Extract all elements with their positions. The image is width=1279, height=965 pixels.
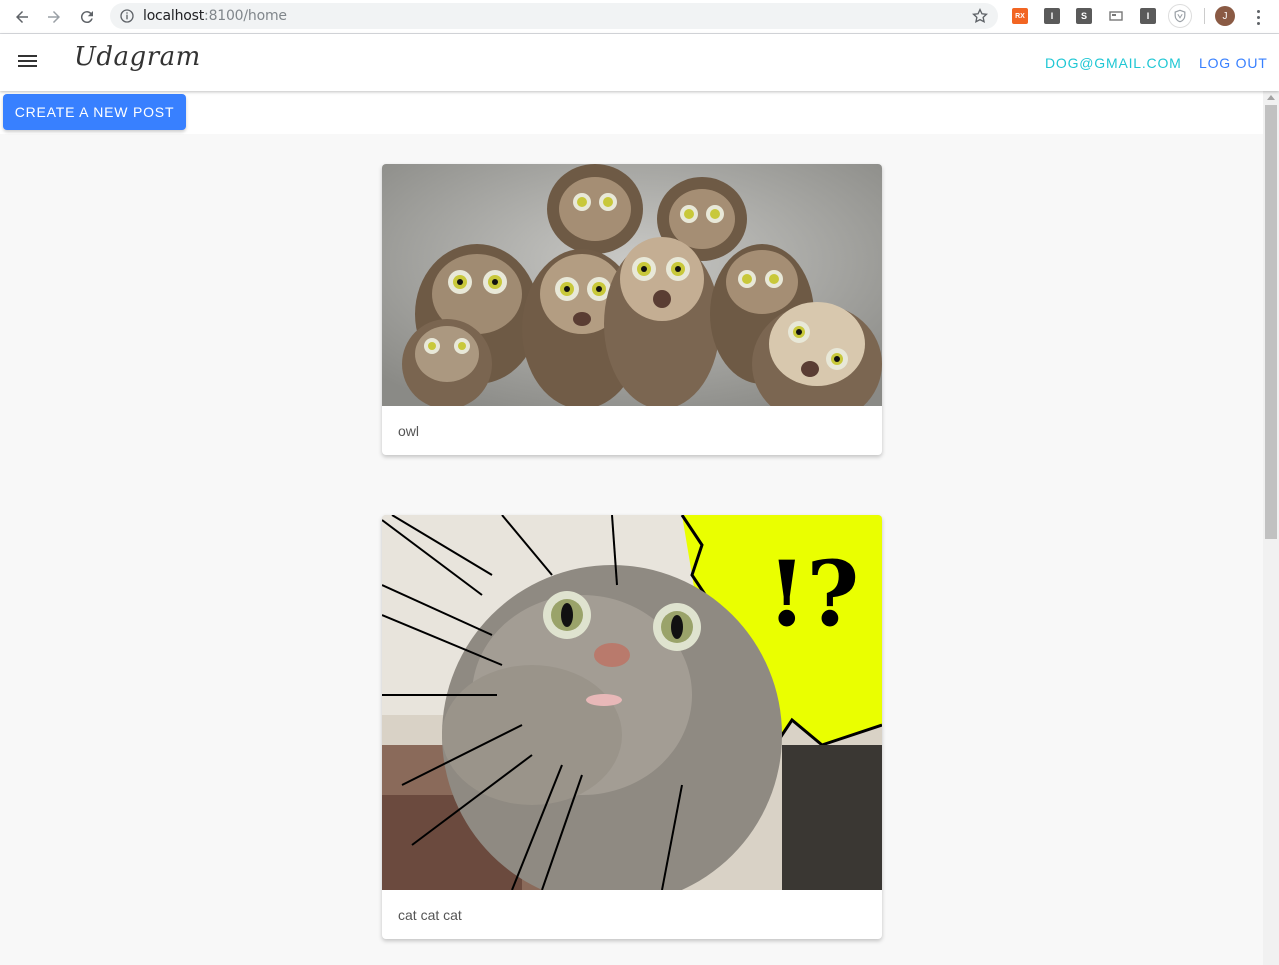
arrow-left-icon (16, 11, 28, 23)
browser-menu-button[interactable] (1248, 7, 1268, 27)
owl-illustration (382, 164, 882, 406)
cat-photo: !? (382, 515, 882, 890)
hamburger-menu-button[interactable] (16, 52, 40, 72)
toolbar-divider (1204, 8, 1205, 24)
app-header: Udagram DOG@GMAIL.COM LOG OUT (0, 34, 1279, 91)
ext-i2-icon[interactable]: I (1140, 8, 1156, 24)
svg-text:!?: !? (767, 541, 859, 647)
card-icon (1109, 11, 1123, 21)
scrollbar-thumb[interactable] (1265, 105, 1277, 539)
address-bar[interactable]: localhost:8100/home (110, 3, 998, 29)
content-toolbar: CREATE A NEW POST (0, 91, 1263, 134)
ext-orange-icon[interactable]: RX (1012, 8, 1028, 24)
feed-card: !? cat cat cat (382, 515, 882, 939)
shield-extension[interactable] (1168, 4, 1192, 28)
ext-card-icon[interactable] (1108, 8, 1124, 24)
page-scrollbar[interactable] (1263, 91, 1279, 965)
feed-card: owl (382, 164, 882, 455)
reload-icon (80, 11, 93, 24)
ext-i-icon[interactable]: I (1044, 8, 1060, 24)
browser-toolbar: localhost:8100/home RX I S I J (0, 0, 1279, 34)
logout-button[interactable]: LOG OUT (1199, 55, 1268, 71)
post-caption: cat cat cat (398, 906, 462, 923)
forward-button[interactable] (42, 5, 66, 29)
user-email-link[interactable]: DOG@GMAIL.COM (1045, 55, 1182, 71)
url-text: localhost:8100/home (143, 8, 287, 24)
create-post-button[interactable]: CREATE A NEW POST (3, 94, 186, 130)
info-icon[interactable] (119, 8, 135, 24)
app-title: Udagram (74, 42, 201, 72)
post-caption: owl (398, 422, 420, 439)
main-content: CREATE A NEW POST owl !? cat cat cat (0, 91, 1263, 965)
owl-photo (382, 164, 882, 406)
scroll-up-arrow[interactable] (1267, 95, 1275, 100)
cat-illustration: !? (382, 515, 882, 890)
ext-s-icon[interactable]: S (1076, 8, 1092, 24)
reload-button[interactable] (75, 5, 99, 29)
profile-avatar[interactable]: J (1215, 6, 1235, 26)
back-button[interactable] (10, 5, 34, 29)
bookmark-star-icon[interactable] (971, 7, 989, 25)
arrow-right-icon (48, 11, 60, 23)
shield-icon (1174, 9, 1186, 23)
